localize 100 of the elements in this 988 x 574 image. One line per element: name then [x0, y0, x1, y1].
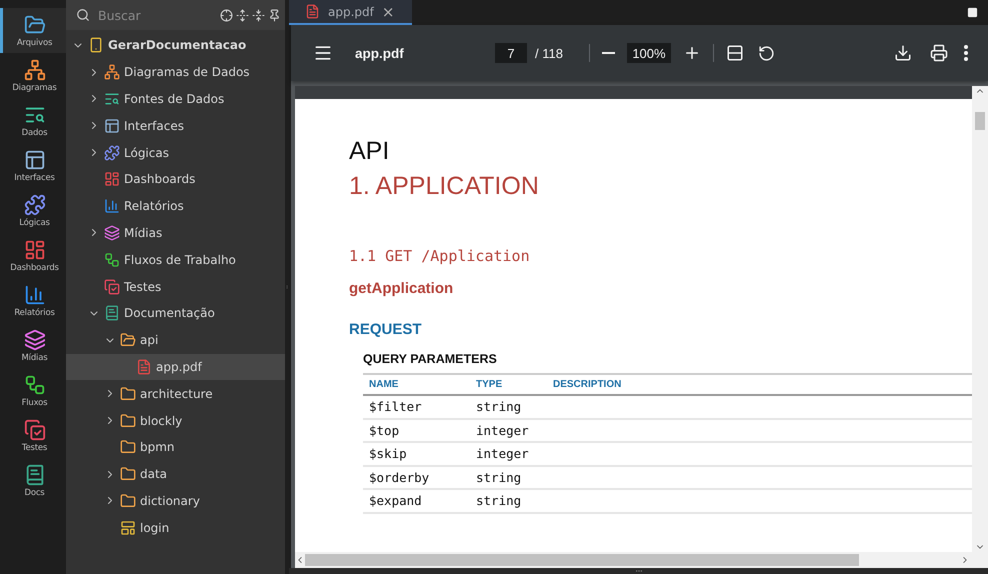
activity-item[interactable]: Docs — [0, 458, 66, 503]
tree-item[interactable]: Testes — [66, 273, 285, 300]
activity-item[interactable]: Mídias — [0, 323, 66, 368]
activity-item[interactable]: Testes — [0, 413, 66, 458]
tree-item[interactable]: login — [66, 514, 285, 542]
tree-item[interactable]: api — [66, 326, 285, 354]
activity-item[interactable]: Fluxos — [0, 368, 66, 413]
zoom-field[interactable]: 100% — [626, 43, 671, 63]
rotate-icon — [758, 44, 775, 62]
tree-item[interactable]: architecture — [66, 380, 285, 408]
close-button[interactable]: × — [382, 2, 394, 20]
tree-item[interactable]: Relatórios — [66, 192, 285, 220]
endpoint-heading: 1.1 GET /Application — [349, 247, 531, 265]
operation-name: getApplication — [349, 280, 454, 297]
parameters-heading: QUERY PARAMETERS — [363, 352, 498, 366]
activity-item[interactable]: Arquivos — [0, 8, 66, 53]
download-button[interactable] — [894, 44, 912, 62]
table-cell: string — [470, 395, 547, 418]
table-cell: string — [470, 489, 547, 512]
activity-item[interactable]: Relatórios — [0, 278, 66, 323]
folder-icon — [24, 14, 46, 36]
folder-icon — [120, 492, 136, 509]
print-button[interactable] — [930, 44, 948, 62]
activity-item[interactable]: Interfaces — [0, 143, 66, 188]
more-icon — [964, 45, 968, 61]
scrollbar-thumb[interactable] — [305, 554, 859, 566]
activity-item[interactable]: Dashboards — [0, 233, 66, 278]
folder-icon — [120, 332, 136, 348]
table-cell: integer — [470, 418, 547, 442]
request-heading: REQUEST — [349, 321, 423, 338]
tree-item[interactable]: Lógicas — [66, 139, 285, 166]
document-title: app.pdf — [355, 46, 405, 60]
download-icon — [894, 44, 912, 62]
list-search-icon — [104, 90, 120, 107]
tree-item[interactable]: Documentação — [66, 300, 285, 327]
folder-icon — [120, 466, 136, 482]
search-input[interactable]: Buscar — [96, 6, 214, 24]
column-header: DESCRIPTION — [547, 374, 972, 395]
tree-item[interactable]: dictionary — [66, 488, 285, 514]
pdf-file-icon — [136, 358, 152, 375]
bar-chart-icon — [24, 284, 46, 306]
tree-item[interactable]: Mídias — [66, 220, 285, 246]
table-cell: $top — [363, 418, 470, 442]
window-icon — [104, 118, 120, 134]
workflow-icon — [104, 252, 120, 268]
tree-item[interactable]: app.pdf — [66, 354, 285, 380]
layout-icon — [120, 520, 136, 536]
column-header: NAME — [363, 374, 470, 395]
activity-item[interactable]: Dados — [0, 98, 66, 143]
editor-tab[interactable]: app.pdf × — [289, 0, 412, 25]
page-number-field[interactable]: 7 — [495, 43, 527, 63]
folder-icon — [120, 386, 136, 402]
tree-item[interactable]: Fontes de Dados — [66, 86, 285, 112]
pdf-file-icon — [305, 4, 320, 19]
page-count: / 118 — [535, 46, 563, 60]
tree-item[interactable]: GerarDocumentacao — [66, 32, 285, 59]
search-icon — [76, 8, 90, 22]
pin-icon[interactable] — [268, 8, 281, 22]
fit-page-button[interactable] — [726, 44, 744, 62]
window-icon — [24, 148, 46, 170]
tree-item[interactable]: Fluxos de Trabalho — [66, 246, 285, 274]
table-cell: $filter — [363, 395, 470, 418]
puzzle-icon — [24, 194, 46, 216]
folder-icon — [120, 412, 136, 429]
tree-item[interactable]: Diagramas de Dados — [66, 58, 285, 86]
tree-item[interactable]: Interfaces — [66, 112, 285, 140]
table-cell: $expand — [363, 489, 470, 512]
maximize-icon[interactable] — [967, 7, 978, 18]
dashboard-icon — [24, 238, 46, 260]
tree-item[interactable]: data — [66, 460, 285, 488]
printer-icon — [930, 44, 948, 62]
table-cell: string — [470, 466, 547, 489]
document-heading: API — [349, 137, 390, 166]
tree-item[interactable]: blockly — [66, 407, 285, 434]
bar-chart-icon — [104, 198, 120, 214]
phone-icon — [88, 37, 104, 54]
expand-all-icon[interactable] — [236, 8, 249, 22]
collapse-all-icon[interactable] — [252, 8, 265, 22]
tree-item[interactable]: bpmn — [66, 434, 285, 461]
rotate-button[interactable] — [758, 44, 775, 62]
hierarchy-icon — [24, 58, 46, 80]
locate-icon[interactable] — [220, 8, 233, 22]
fit-page-icon — [726, 44, 744, 62]
activity-item[interactable]: Diagramas — [0, 53, 66, 98]
section-heading: 1. APPLICATION — [349, 172, 540, 201]
layers-icon — [104, 224, 120, 241]
column-header: TYPE — [470, 374, 547, 395]
more-button[interactable] — [964, 45, 968, 61]
tree-item[interactable]: Dashboards — [66, 166, 285, 193]
checklist-icon — [104, 278, 120, 295]
checklist-icon — [24, 418, 46, 440]
hierarchy-icon — [104, 64, 120, 80]
activity-item[interactable]: Lógicas — [0, 188, 66, 233]
dashboard-icon — [104, 171, 120, 188]
book-icon — [104, 305, 120, 322]
table-cell: $orderby — [363, 466, 470, 489]
search-field[interactable]: Buscar — [66, 0, 285, 30]
puzzle-icon — [104, 144, 120, 161]
scrollbar-thumb[interactable] — [975, 112, 985, 130]
folder-icon — [120, 439, 136, 456]
